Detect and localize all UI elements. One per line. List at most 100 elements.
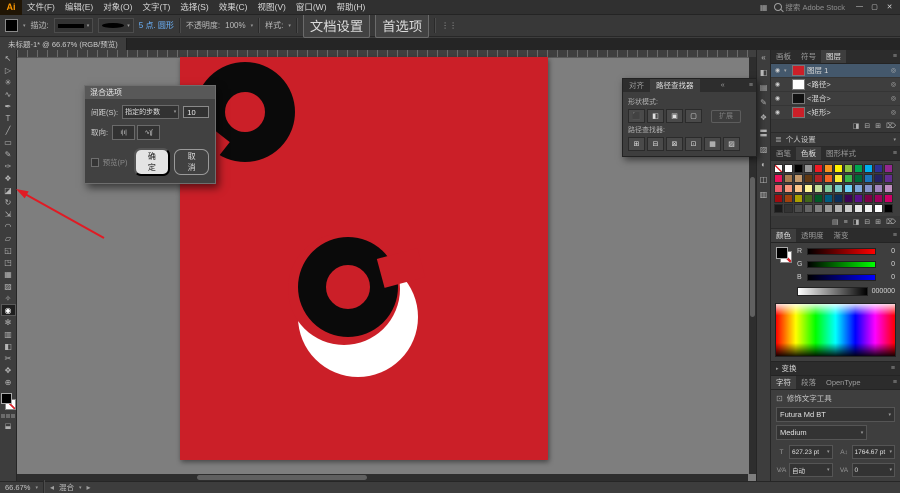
crop-icon[interactable]: ⊡ [685,137,702,151]
fill-swatch[interactable] [776,247,788,259]
color-swatch[interactable] [784,194,793,203]
menu-item[interactable]: 选择(S) [175,1,213,13]
fill-color-swatch[interactable] [5,19,18,32]
color-swatch[interactable] [884,194,893,203]
color-swatch[interactable] [864,194,873,203]
panel-menu-icon[interactable]: ≡ [893,147,900,160]
color-swatch[interactable] [804,174,813,183]
color-swatch[interactable] [854,184,863,193]
panel-menu-icon[interactable]: ≡ [893,229,900,242]
layer-label[interactable]: <路径> [807,79,889,90]
panel-menu-icon[interactable]: ≡ [891,365,895,372]
rotate-tool[interactable]: ↻ [1,196,16,208]
color-swatch[interactable] [834,164,843,173]
target-icon[interactable]: ◎ [891,95,898,102]
hand-tool[interactable]: ✥ [1,364,16,376]
color-swatch[interactable] [844,164,853,173]
trim-icon[interactable]: ⊟ [647,137,664,151]
color-swatch[interactable] [814,184,823,193]
panel-tab[interactable]: 画板 [771,50,796,63]
color-swatch[interactable] [874,174,883,183]
color-swatch[interactable] [784,174,793,183]
panel-tab[interactable]: 段落 [796,376,821,389]
brush-definition-dropdown[interactable]: ▾ [98,18,134,33]
target-icon[interactable]: ◎ [891,67,898,74]
target-icon[interactable]: ◎ [891,81,898,88]
color-swatch[interactable] [874,204,883,213]
color-swatch[interactable] [844,204,853,213]
panel-tab[interactable]: 符号 [796,50,821,63]
zoom-level[interactable]: 66.67% [5,483,30,492]
layer-label[interactable]: <矩形> [807,107,889,118]
blend-tool[interactable]: ◉ [0,304,16,316]
swatch-kinds-icon[interactable]: ≡ [844,219,848,226]
color-swatch[interactable] [794,174,803,183]
grayscale-ramp[interactable] [797,287,868,296]
fill-swatch[interactable] [0,393,12,404]
align-icons[interactable]: ⋮⋮ [441,21,457,30]
color-swatch[interactable] [884,164,893,173]
ok-button[interactable]: 确定 [133,148,171,176]
menu-item[interactable]: 窗口(W) [291,1,332,13]
scrollbar-thumb[interactable] [750,177,755,317]
color-swatch[interactable] [864,204,873,213]
fill-stroke-indicator[interactable] [0,393,16,410]
new-sublayer-icon[interactable]: ⊟ [864,122,870,130]
color-swatch[interactable] [814,194,823,203]
layer-row[interactable]: ◉ <混合> ◎ [771,92,900,106]
panel-menu-icon[interactable]: ≡ [893,376,900,389]
align-to-page-button[interactable]: ı|ı| [112,125,136,140]
pen-tool[interactable]: ✒ [1,100,16,112]
new-swatch-icon[interactable]: ⊞ [875,218,881,226]
menu-item[interactable]: 效果(C) [214,1,253,13]
line-segment-tool[interactable]: ╱ [1,124,16,136]
horizontal-scrollbar[interactable] [17,474,748,481]
panel-tab[interactable]: 画笔 [771,147,796,160]
color-swatch[interactable] [844,184,853,193]
close-button[interactable]: ✕ [882,3,897,11]
stroke-panel-icon[interactable]: 〓 [760,128,768,139]
draw-inside-icon[interactable] [11,414,15,418]
zoom-dropdown-icon[interactable]: ▾ [35,485,38,491]
scale-tool[interactable]: ⇲ [1,208,16,220]
draw-behind-icon[interactable] [6,414,10,418]
artboard-tool[interactable]: ◧ [1,340,16,352]
tracking-field[interactable]: 0 ▾ [851,463,895,477]
pencil-tool[interactable]: ✑ [1,160,16,172]
panel-tab[interactable]: 对齐 [623,79,650,92]
color-swatch[interactable] [854,174,863,183]
color-swatch[interactable] [784,184,793,193]
intersect-icon[interactable]: ▣ [666,109,683,123]
color-swatch[interactable] [794,204,803,213]
document-setup-button[interactable]: 文档设置 [302,13,371,38]
maximize-button[interactable]: ▢ [867,3,882,11]
color-swatch[interactable] [874,164,883,173]
eraser-tool[interactable]: ◪ [1,184,16,196]
prev-arrow-icon[interactable]: ◂ [50,483,54,492]
style-dropdown-icon[interactable]: ▾ [288,23,291,29]
menu-item[interactable]: 视图(V) [253,1,291,13]
color-swatch[interactable] [794,164,803,173]
magic-wand-tool[interactable]: ✳ [1,76,16,88]
color-swatch[interactable] [854,194,863,203]
panel-tab[interactable]: 字符 [771,376,796,389]
font-family-dropdown[interactable]: Futura Md BT ▾ [776,407,895,422]
divide-icon[interactable]: ⊞ [628,137,645,151]
draw-normal-icon[interactable] [1,414,5,418]
color-swatch[interactable] [774,174,783,183]
delete-layer-icon[interactable]: ⌦ [886,122,896,130]
visibility-eye-icon[interactable]: ◉ [773,81,782,88]
menu-item[interactable]: 文件(F) [22,1,60,13]
merge-icon[interactable]: ⊠ [666,137,683,151]
symbols-panel-icon[interactable]: ❖ [760,113,767,122]
dialog-title[interactable]: 混合选项 [85,86,215,99]
color-swatch[interactable] [804,184,813,193]
black-ring-shape[interactable] [298,237,398,337]
color-swatch[interactable] [884,174,893,183]
color-swatch[interactable] [834,174,843,183]
color-spectrum[interactable] [775,303,896,357]
layer-label[interactable]: 图层 1 [807,65,889,76]
draw-mode-buttons[interactable] [1,414,15,418]
transform-panel-header[interactable]: ▸ 变换 ≡ [771,361,900,376]
swatch-libraries-icon[interactable]: ▤ [832,218,839,226]
